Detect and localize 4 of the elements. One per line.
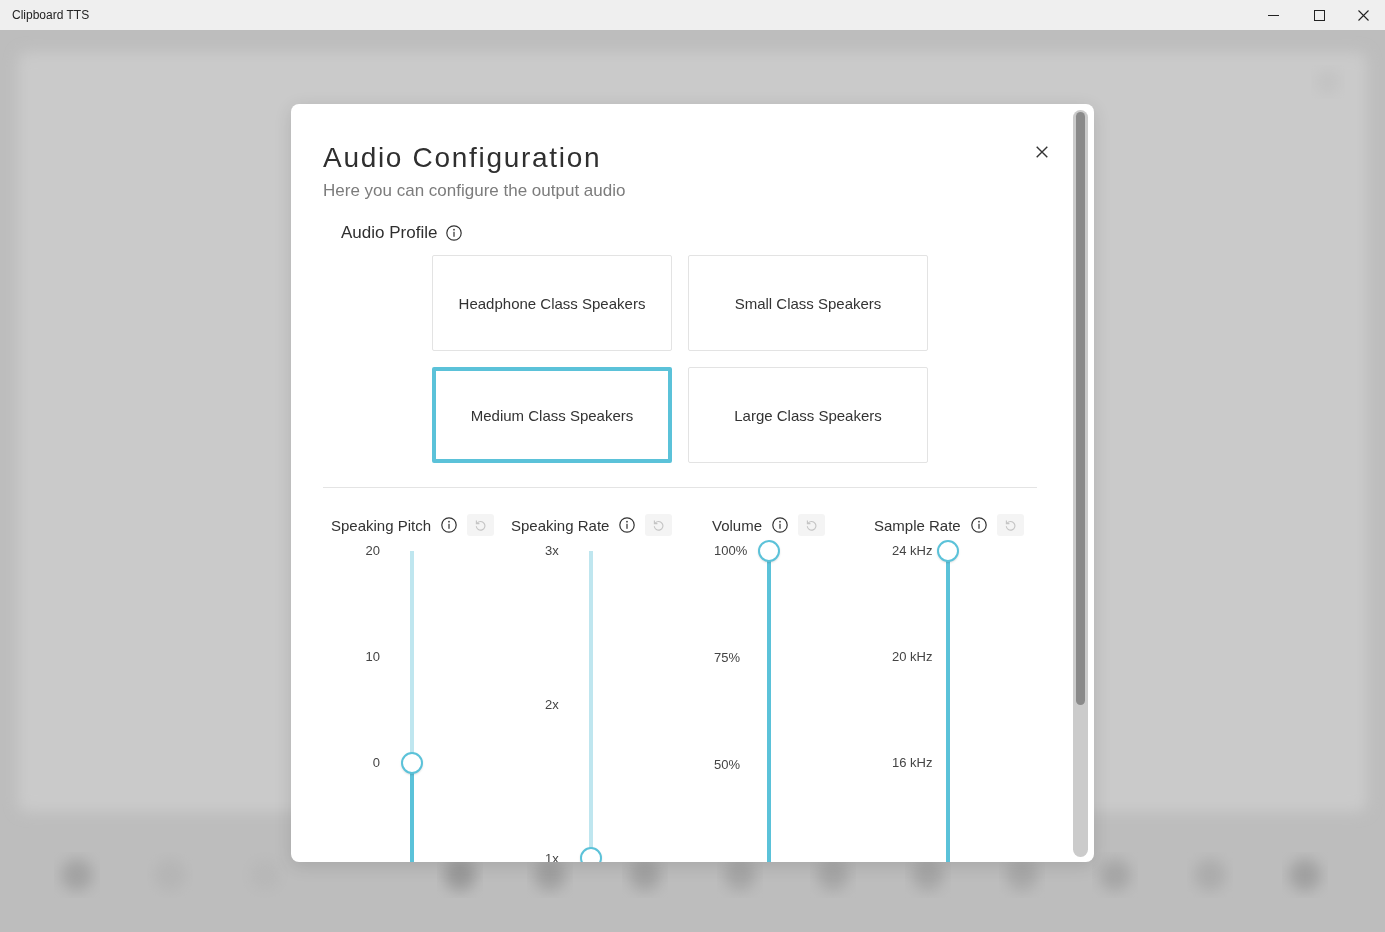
- close-icon: [1358, 9, 1369, 21]
- minimize-icon: [1267, 14, 1279, 16]
- window-title: Clipboard TTS: [12, 8, 91, 22]
- maximize-icon: [1313, 9, 1325, 21]
